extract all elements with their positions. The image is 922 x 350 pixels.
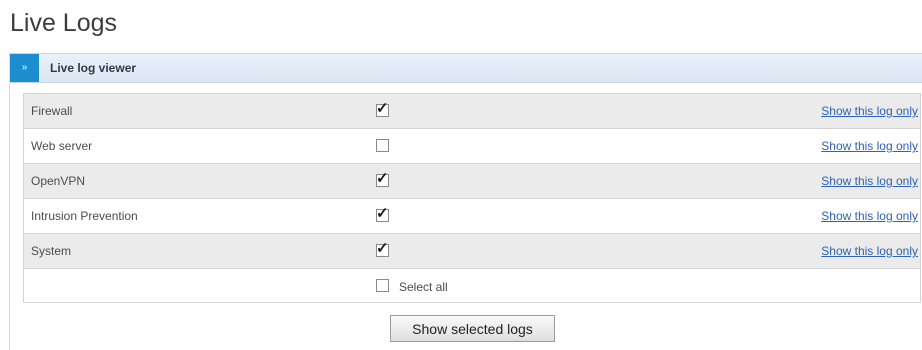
- show-this-log-only-link[interactable]: Show this log only: [821, 129, 918, 163]
- log-checkbox-openvpn[interactable]: ✓: [376, 170, 389, 187]
- checkmark-icon: ✓: [376, 100, 389, 117]
- log-row-system: System ✓ Show this log only: [24, 234, 920, 269]
- select-all-row: Select all: [24, 269, 920, 302]
- log-name: Firewall: [31, 104, 73, 118]
- log-table: Firewall ✓ Show this log only Web server…: [23, 93, 921, 303]
- live-logs-page: Live Logs » Live log viewer Firewall ✓ S…: [0, 0, 922, 350]
- log-name: Web server: [31, 139, 93, 153]
- panel-title: Live log viewer: [50, 61, 137, 75]
- page-title: Live Logs: [10, 9, 118, 37]
- log-row-web-server: Web server Show this log only: [24, 129, 920, 164]
- live-log-viewer-panel: » Live log viewer Firewall ✓ Show this l…: [9, 53, 922, 350]
- checkmark-icon: ✓: [376, 205, 389, 222]
- log-row-openvpn: OpenVPN ✓ Show this log only: [24, 164, 920, 199]
- log-row-intrusion-prevention: Intrusion Prevention ✓ Show this log onl…: [24, 199, 920, 234]
- show-this-log-only-link[interactable]: Show this log only: [821, 199, 918, 233]
- log-checkbox-web-server[interactable]: [376, 139, 389, 152]
- show-selected-logs-button[interactable]: Show selected logs: [390, 315, 555, 342]
- log-checkbox-intrusion-prevention[interactable]: ✓: [376, 205, 389, 222]
- select-all-label[interactable]: Select all: [399, 269, 448, 305]
- log-checkbox-system[interactable]: ✓: [376, 240, 389, 257]
- log-name: OpenVPN: [31, 174, 86, 188]
- checkmark-icon: ✓: [376, 240, 389, 257]
- log-checkbox-firewall[interactable]: ✓: [376, 100, 389, 117]
- log-name: Intrusion Prevention: [31, 209, 138, 223]
- select-all-checkbox[interactable]: [376, 279, 389, 292]
- show-this-log-only-link[interactable]: Show this log only: [821, 94, 918, 128]
- show-this-log-only-link[interactable]: Show this log only: [821, 234, 918, 268]
- panel-header: » Live log viewer: [10, 53, 922, 83]
- log-row-firewall: Firewall ✓ Show this log only: [24, 94, 920, 129]
- show-this-log-only-link[interactable]: Show this log only: [821, 164, 918, 198]
- log-name: System: [31, 244, 72, 258]
- collapse-toggle-icon[interactable]: »: [10, 54, 39, 82]
- checkmark-icon: ✓: [376, 170, 389, 187]
